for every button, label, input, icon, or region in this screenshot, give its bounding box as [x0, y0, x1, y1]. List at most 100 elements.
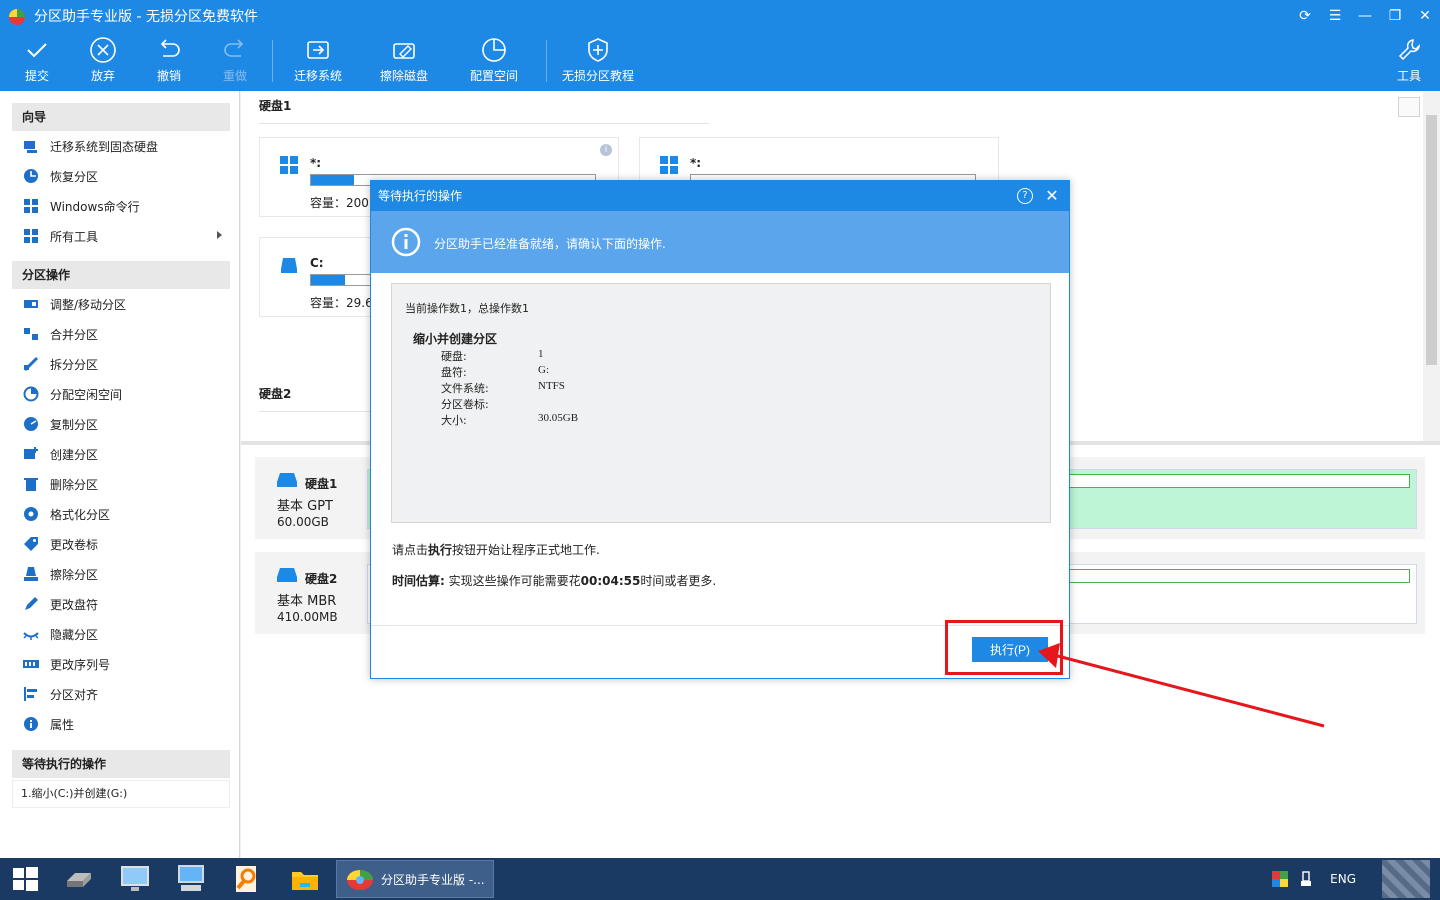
eraser-icon — [22, 566, 40, 582]
hard-drive-icon — [67, 873, 91, 887]
sidebar-item-all-tools[interactable]: 所有工具 — [12, 221, 230, 251]
help-icon[interactable]: ? — [1017, 188, 1033, 204]
sidebar-item-label: 所有工具 — [50, 229, 99, 244]
sidebar-item-serial[interactable]: 更改序列号 — [12, 649, 230, 679]
clock-area[interactable] — [1382, 860, 1430, 898]
allocate-space-button[interactable]: 配置空间 — [466, 36, 522, 88]
sidebar-item-change-letter[interactable]: 更改盘符 — [12, 589, 230, 619]
cancel-icon — [90, 37, 116, 63]
title-bar: 分区助手专业版 - 无损分区免费软件 ⟳ ☰ — ❐ ✕ — [0, 0, 1440, 32]
sidebar-item-resize[interactable]: 调整/移动分区 — [12, 289, 230, 319]
scrollbar-thumb[interactable] — [1426, 115, 1437, 365]
migrate-icon — [307, 41, 329, 59]
taskbar-computer-app[interactable] — [166, 860, 216, 898]
language-indicator[interactable]: ENG — [1330, 872, 1356, 886]
info-icon — [22, 716, 40, 732]
color-tray-icon[interactable] — [1272, 871, 1289, 887]
merge-icon — [22, 326, 40, 342]
disk-type: 基本 GPT — [277, 499, 333, 514]
taskbar-monitor-app[interactable] — [110, 860, 160, 898]
sidebar-item-create[interactable]: 创建分区 — [12, 439, 230, 469]
sidebar-item-label: 拆分分区 — [50, 357, 99, 372]
sidebar-item-split[interactable]: 拆分分区 — [12, 349, 230, 379]
sidebar-item-migrate-ssd[interactable]: 迁移系统到固态硬盘 — [12, 131, 230, 161]
restore-button[interactable]: ❐ — [1380, 0, 1410, 32]
dialog-close-icon[interactable]: ✕ — [1043, 181, 1061, 211]
sidebar-item-align[interactable]: 分区对齐 — [12, 679, 230, 709]
sidebar-item-label: 格式化分区 — [50, 507, 111, 522]
usage-fill — [311, 275, 346, 285]
sidebar-item-recover[interactable]: 恢复分区 — [12, 161, 230, 191]
disk-size: 410.00MB — [277, 610, 338, 624]
app-logo-icon — [9, 9, 25, 25]
windows-icon — [280, 156, 298, 174]
operation-count: 当前操作数1，总操作数1 — [405, 302, 529, 315]
taskbar-search-app[interactable] — [222, 860, 272, 898]
windows-start-icon — [13, 867, 38, 891]
split-icon — [22, 356, 40, 372]
toolbar-separator — [546, 40, 547, 82]
redo-button[interactable]: 重做 — [218, 36, 252, 88]
migrate-system-button[interactable]: 迁移系统 — [290, 36, 346, 88]
pending-operations-dialog: 等待执行的操作 ? ✕ 分区助手已经准备就绪，请确认下面的操作. 当前操作数1，… — [370, 180, 1070, 679]
serial-icon — [22, 656, 40, 672]
trash-icon — [22, 476, 40, 492]
disk-size: 60.00GB — [277, 515, 329, 529]
sidebar-item-label: 隐藏分区 — [50, 627, 99, 642]
tutorial-button[interactable]: 无损分区教程 — [560, 36, 636, 88]
commit-button[interactable]: 提交 — [20, 36, 54, 88]
usb-icon[interactable] — [1298, 871, 1314, 887]
grid-icon — [22, 228, 40, 244]
sidebar-item-label: Windows命令行 — [50, 199, 140, 214]
sidebar-item-label-change[interactable]: 更改卷标 — [12, 529, 230, 559]
taskbar-drive-app[interactable] — [54, 860, 104, 898]
close-button[interactable]: ✕ — [1410, 0, 1440, 32]
window-title: 分区助手专业版 - 无损分区免费软件 — [34, 9, 258, 25]
chevron-right-icon — [217, 231, 222, 239]
sidebar-item-delete[interactable]: 删除分区 — [12, 469, 230, 499]
banner-text: 分区助手已经准备就绪，请确认下面的操作. — [434, 237, 666, 251]
refresh-icon[interactable]: ⟳ — [1290, 0, 1320, 32]
wipe-disk-button[interactable]: 擦除磁盘 — [376, 36, 432, 88]
pending-operation-item[interactable]: 1.缩小(C:)并创建(G:) — [12, 780, 230, 808]
sidebar-item-label: 恢复分区 — [50, 169, 99, 184]
sidebar-item-copy[interactable]: 复制分区 — [12, 409, 230, 439]
usage-fill — [311, 175, 354, 185]
undo-button[interactable]: 撤销 — [152, 36, 186, 88]
disk-icon — [277, 568, 297, 582]
sidebar-item-label: 删除分区 — [50, 477, 99, 492]
view-toggle-icon[interactable] — [1398, 97, 1420, 117]
operation-title: 缩小并创建分区 — [413, 332, 498, 346]
undo-icon — [160, 39, 180, 57]
sidebar-item-format[interactable]: 格式化分区 — [12, 499, 230, 529]
taskbar-active-window[interactable]: 分区助手专业版 -... — [336, 860, 494, 898]
menu-icon[interactable]: ☰ — [1320, 0, 1350, 32]
discard-button[interactable]: 放弃 — [86, 36, 120, 88]
toolbar: 提交 放弃 撤销 重做 迁移系统 擦除磁盘 配置空间 无损分区教程 工具 — [0, 32, 1440, 91]
sidebar: 向导 迁移系统到固态硬盘 恢复分区 Windows命令行 所有工具 分区操作 调… — [0, 91, 240, 858]
sidebar-item-allocate-free[interactable]: 分配空闲空间 — [12, 379, 230, 409]
sidebar-item-label: 擦除分区 — [50, 567, 99, 582]
ops-section-title: 分区操作 — [12, 261, 230, 289]
sidebar-item-hide[interactable]: 隐藏分区 — [12, 619, 230, 649]
execute-instruction: 请点击执行按钮开始让程序正式地工作. — [392, 543, 600, 557]
taskbar-explorer-app[interactable] — [280, 860, 330, 898]
partition-segment[interactable] — [1060, 569, 1410, 583]
tools-button[interactable]: 工具 — [1394, 36, 1424, 88]
info-icon[interactable]: i — [600, 144, 612, 156]
minimize-button[interactable]: — — [1350, 0, 1380, 32]
sidebar-item-merge[interactable]: 合并分区 — [12, 319, 230, 349]
sidebar-item-wipe[interactable]: 擦除分区 — [12, 559, 230, 589]
sidebar-item-label: 复制分区 — [50, 417, 99, 432]
sidebar-item-label: 合并分区 — [50, 327, 99, 342]
sidebar-item-cmd[interactable]: Windows命令行 — [12, 191, 230, 221]
start-button[interactable] — [0, 860, 50, 898]
partition-segment[interactable] — [1060, 474, 1410, 488]
shield-icon — [588, 38, 608, 62]
pencil-icon — [22, 596, 40, 612]
disk-icon — [277, 473, 297, 487]
vertical-scrollbar[interactable] — [1423, 91, 1440, 441]
partition-assistant-icon — [347, 870, 373, 890]
pie-chart-icon — [482, 38, 506, 62]
sidebar-item-properties[interactable]: 属性 — [12, 709, 230, 739]
